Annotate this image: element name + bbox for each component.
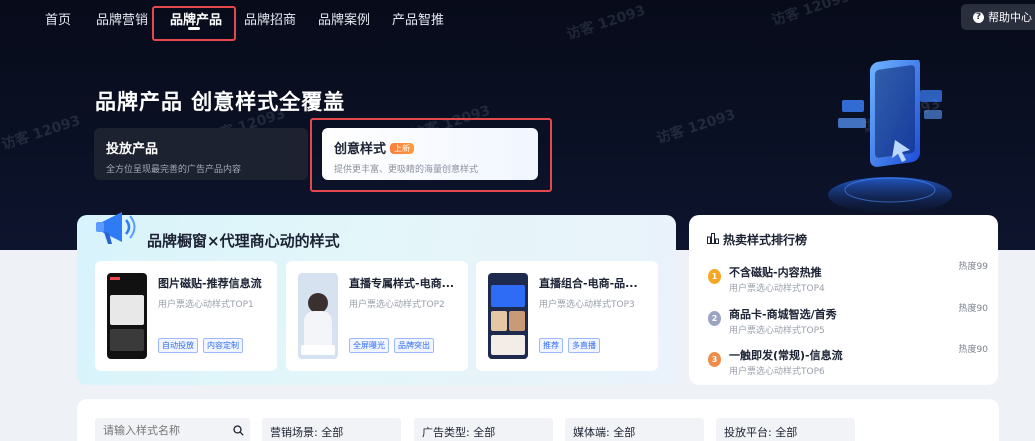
style-tag: 品牌突出: [394, 338, 434, 353]
megaphone-icon: [96, 212, 136, 244]
ranking-chart-icon: [707, 233, 719, 244]
search-icon[interactable]: [233, 425, 244, 436]
style-card[interactable]: 直播专属样式-电商... 用户票选心动样式TOP2 全屏曝光 品牌突出: [286, 261, 468, 371]
style-tag: 多直播: [568, 338, 600, 353]
style-card-title: 直播组合-电商-品...: [539, 277, 638, 290]
ranking-item-subtitle: 用户票选心动样式TOP4: [729, 284, 825, 294]
ranking-item-heat: 热度90: [958, 345, 988, 355]
nav-item-brand-recruit[interactable]: 品牌招商: [244, 9, 296, 28]
ad-type-select[interactable]: 广告类型: 全部: [414, 418, 553, 441]
ranking-item-name: 商品卡-商城智选/首秀: [729, 308, 837, 321]
question-icon: ?: [973, 11, 984, 23]
highlight-box-creative: [310, 118, 552, 192]
style-card-title: 直播专属样式-电商...: [349, 277, 455, 290]
ranking-item-heat: 热度90: [958, 304, 988, 314]
help-center-button[interactable]: ? 帮助中心: [961, 4, 1035, 30]
ranking-item-subtitle: 用户票选心动样式TOP6: [729, 367, 825, 377]
style-card-subtitle: 用户票选心动样式TOP2: [349, 300, 445, 310]
nav-item-brand-cases[interactable]: 品牌案例: [318, 9, 370, 28]
tab-delivery-products[interactable]: 投放产品 全方位呈现最完善的广告产品内容: [94, 128, 308, 180]
ranking-item-subtitle: 用户票选心动样式TOP5: [729, 326, 825, 336]
ranking-row[interactable]: 1 不含磁贴-内容热推 用户票选心动样式TOP4 热度99: [708, 262, 988, 294]
style-card[interactable]: 图片磁贴-推荐信息流 用户票选心动样式TOP1 自动投放 内容定制: [95, 261, 277, 371]
tab-title: 投放产品: [106, 142, 159, 157]
ranking-title: 热卖样式排行榜: [723, 233, 808, 247]
medal-bronze-icon: 3: [708, 352, 721, 367]
nav-item-smart-push[interactable]: 产品智推: [392, 9, 444, 28]
ranking-row[interactable]: 2 商品卡-商城智选/首秀 用户票选心动样式TOP5 热度90: [708, 304, 988, 336]
media-select[interactable]: 媒体端: 全部: [565, 418, 704, 441]
ranking-row[interactable]: 3 一触即发(常规)-信息流 用户票选心动样式TOP6 热度90: [708, 345, 988, 377]
highlight-box-nav: [152, 6, 236, 41]
platform-select[interactable]: 投放平台: 全部: [716, 418, 855, 441]
style-card-subtitle: 用户票选心动样式TOP3: [539, 300, 635, 310]
style-tag: 内容定制: [203, 338, 243, 353]
style-thumbnail: [107, 273, 147, 359]
nav-item-brand-marketing[interactable]: 品牌营销: [96, 9, 148, 28]
style-card[interactable]: 直播组合-电商-品... 用户票选心动样式TOP3 推荐 多直播: [476, 261, 658, 371]
phone-illustration: [828, 60, 952, 213]
tab-subtitle: 全方位呈现最完善的广告产品内容: [106, 165, 242, 175]
style-thumbnail: [298, 273, 338, 359]
page-title: 品牌产品 创意样式全覆盖: [95, 90, 346, 114]
style-tag: 全屏曝光: [349, 338, 389, 353]
style-card-subtitle: 用户票选心动样式TOP1: [158, 300, 254, 310]
showcase-title: 品牌橱窗×代理商心动的样式: [147, 232, 340, 250]
medal-silver-icon: 2: [708, 311, 721, 326]
style-card-title: 图片磁贴-推荐信息流: [158, 277, 262, 290]
ranking-item-name: 不含磁贴-内容热推: [729, 266, 822, 279]
style-search-input[interactable]: [103, 424, 223, 437]
ranking-item-heat: 热度99: [958, 262, 988, 272]
style-search-box: [95, 418, 250, 441]
medal-gold-icon: 1: [708, 269, 721, 284]
ranking-item-name: 一触即发(常规)-信息流: [729, 349, 843, 362]
style-tag: 推荐: [539, 338, 563, 353]
style-thumbnail: [488, 273, 528, 359]
marketing-scene-select[interactable]: 营销场景: 全部: [262, 418, 401, 441]
help-center-label: 帮助中心: [988, 11, 1032, 24]
style-tag: 自动投放: [158, 338, 198, 353]
nav-item-home[interactable]: 首页: [45, 9, 71, 28]
